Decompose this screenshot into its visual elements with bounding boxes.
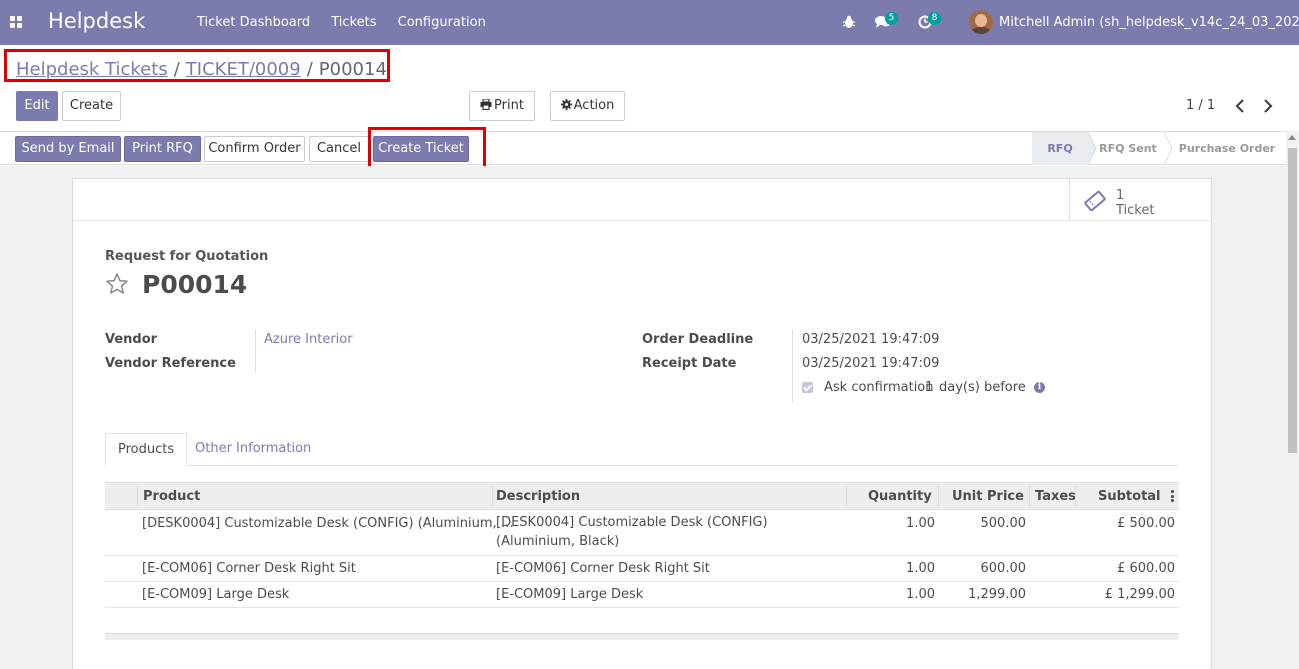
status-bar: Send by Email Print RFQ Confirm Order Ca…	[0, 131, 1299, 165]
highlight-breadcrumb-box	[4, 49, 390, 82]
stage-rfq-sent[interactable]: RFQ Sent	[1094, 132, 1162, 165]
order-deadline-field[interactable]: 03/25/2021 19:47:09	[802, 332, 939, 347]
action-label: Action	[573, 98, 615, 113]
scrollbar-thumb[interactable]	[1288, 148, 1297, 453]
vendor-label: Vendor	[105, 332, 158, 347]
table-footer	[105, 633, 1179, 640]
chevron-right-icon[interactable]	[1263, 99, 1273, 113]
column-divider	[492, 483, 493, 509]
field-separator	[792, 330, 793, 402]
info-icon[interactable]: i	[1034, 382, 1045, 393]
table-row[interactable]: [E-COM06] Corner Desk Right Sit [E-COM06…	[105, 556, 1179, 582]
stage-arrow-icon	[1164, 132, 1172, 165]
pager-value[interactable]: 1 / 1	[1186, 98, 1215, 113]
cancel-button[interactable]: Cancel	[309, 136, 369, 162]
cell-description: [DESK0004] Customizable Desk (CONFIG) (A…	[496, 515, 768, 549]
user-menu[interactable]: Mitchell Admin (sh_helpdesk_v14c_24_03_2…	[999, 15, 1299, 30]
cell-product: [E-COM06] Corner Desk Right Sit	[142, 561, 356, 576]
confirmation-days-field[interactable]: 1	[925, 380, 933, 395]
ask-confirmation-checkbox[interactable]	[802, 382, 813, 393]
receipt-date-label: Receipt Date	[642, 356, 737, 371]
ask-confirmation-label: Ask confirmation	[824, 380, 934, 395]
main-menu: Ticket Dashboard Tickets Configuration	[197, 15, 503, 30]
print-rfq-button[interactable]: Print RFQ	[124, 136, 201, 162]
print-label: Print	[494, 98, 524, 113]
debug-bug-icon[interactable]	[843, 15, 855, 29]
order-deadline-label: Order Deadline	[642, 332, 754, 347]
menu-configuration[interactable]: Configuration	[398, 15, 486, 30]
field-separator	[255, 330, 256, 373]
cell-unit-price: 1,299.00	[968, 587, 1026, 602]
table-row[interactable]: [E-COM09] Large Desk [E-COM09] Large Des…	[105, 582, 1179, 608]
document-type-label: Request for Quotation	[105, 249, 269, 264]
days-before-label: day(s) before	[939, 380, 1026, 395]
column-taxes[interactable]: Taxes	[1035, 489, 1076, 504]
vendor-field[interactable]: Azure Interior	[264, 332, 353, 347]
app-brand[interactable]: Helpdesk	[48, 9, 145, 33]
receipt-date-field[interactable]: 03/25/2021 19:47:09	[802, 356, 939, 371]
cell-description: [E-COM06] Corner Desk Right Sit	[496, 561, 710, 576]
scroll-up-arrow-icon[interactable]	[1288, 135, 1296, 140]
menu-tickets[interactable]: Tickets	[331, 15, 376, 30]
action-button[interactable]: Action	[550, 91, 625, 121]
document-title: P00014	[142, 270, 248, 299]
column-divider	[137, 483, 138, 509]
confirm-order-button[interactable]: Confirm Order	[204, 136, 305, 162]
optional-columns-icon[interactable]	[1171, 490, 1174, 502]
user-avatar[interactable]	[969, 10, 993, 34]
column-product[interactable]: Product	[143, 489, 200, 504]
create-button[interactable]: Create	[62, 91, 121, 121]
menu-ticket-dashboard[interactable]: Ticket Dashboard	[197, 15, 310, 30]
apps-menu-icon[interactable]	[10, 16, 22, 28]
vendor-reference-label: Vendor Reference	[105, 356, 236, 371]
column-divider	[1029, 483, 1030, 509]
ticket-label: Ticket	[1116, 203, 1155, 218]
ticket-count: 1	[1116, 188, 1125, 203]
cell-subtotal: £ 1,299.00	[1104, 587, 1175, 602]
cell-quantity: 1.00	[906, 516, 935, 531]
print-button[interactable]: Print	[469, 91, 535, 121]
stage-purchase-order[interactable]: Purchase Order	[1176, 132, 1278, 165]
cell-product: [E-COM09] Large Desk	[142, 587, 290, 602]
tab-products[interactable]: Products	[105, 433, 188, 466]
cell-product: [DESK0004] Customizable Desk (CONFIG) (A…	[142, 516, 514, 531]
column-divider	[1075, 483, 1076, 509]
gear-icon	[560, 99, 572, 110]
column-divider	[846, 483, 847, 509]
send-by-email-button[interactable]: Send by Email	[15, 136, 121, 162]
column-description[interactable]: Description	[496, 489, 580, 504]
column-subtotal[interactable]: Subtotal	[1098, 489, 1161, 504]
star-icon[interactable]	[105, 272, 129, 296]
top-navbar: Helpdesk Ticket Dashboard Tickets Config…	[0, 0, 1299, 45]
cell-subtotal: £ 600.00	[1117, 561, 1175, 576]
table-header: Product Description Quantity Unit Price …	[105, 482, 1179, 510]
chevron-left-icon[interactable]	[1235, 99, 1245, 113]
table-row[interactable]: [DESK0004] Customizable Desk (CONFIG) (A…	[105, 510, 1179, 556]
highlight-create-ticket-box	[368, 127, 486, 170]
edit-button[interactable]: Edit	[16, 91, 58, 121]
cell-unit-price: 600.00	[980, 561, 1027, 576]
ticket-icon	[1084, 190, 1106, 212]
stage-rfq: RFQ	[1032, 132, 1088, 165]
cell-quantity: 1.00	[906, 587, 935, 602]
column-quantity[interactable]: Quantity	[868, 489, 932, 504]
printer-icon	[480, 98, 492, 111]
column-divider	[938, 483, 939, 509]
tab-other-information[interactable]: Other Information	[183, 433, 323, 466]
cell-subtotal: £ 500.00	[1117, 516, 1175, 531]
activity-badge: 8	[928, 12, 941, 25]
cell-unit-price: 500.00	[980, 516, 1027, 531]
sheet-divider	[73, 220, 1211, 221]
cell-quantity: 1.00	[906, 561, 935, 576]
column-unit-price[interactable]: Unit Price	[952, 489, 1024, 504]
cell-description: [E-COM09] Large Desk	[496, 587, 644, 602]
messages-badge: 5	[885, 12, 898, 25]
